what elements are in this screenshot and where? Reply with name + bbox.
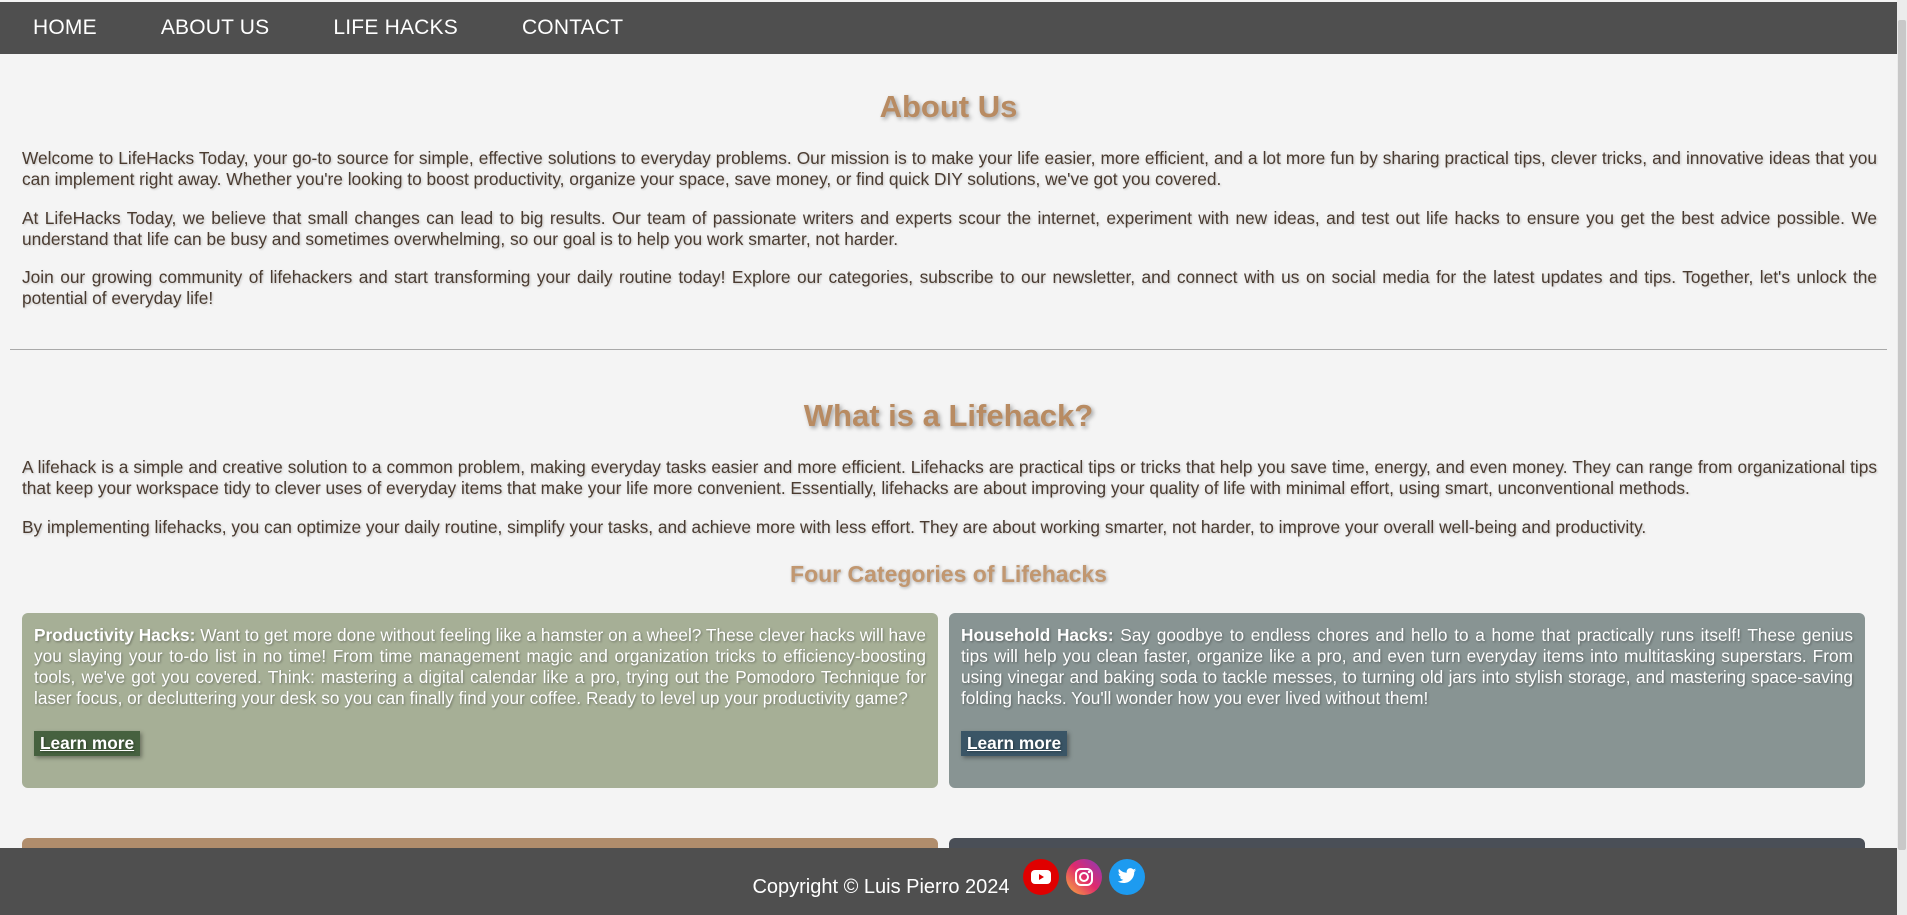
productivity-card-heading: Productivity Hacks:	[34, 625, 196, 645]
lifehack-title: What is a Lifehack?	[803, 398, 1094, 433]
productivity-learn-more-button[interactable]: Learn more	[34, 731, 141, 756]
twitter-icon[interactable]	[1108, 858, 1145, 895]
scrollbar[interactable]	[1897, 0, 1907, 915]
nav-about-us[interactable]: ABOUT US	[161, 16, 270, 40]
household-card-heading: Household Hacks:	[961, 625, 1114, 645]
household-card-body: Household Hacks: Say goodbye to endless …	[961, 625, 1853, 709]
productivity-card-body: Productivity Hacks: Want to get more don…	[34, 625, 926, 709]
lifehack-paragraph-2: By implementing lifehacks, you can optim…	[22, 517, 1647, 537]
nav-home[interactable]: HOME	[33, 16, 97, 40]
top-nav: HOME ABOUT US LIFE HACKS CONTACT	[0, 2, 1897, 54]
instagram-icon[interactable]	[1065, 858, 1102, 895]
categories-title: Four Categories of Lifehacks	[790, 561, 1107, 587]
household-card: Household Hacks: Say goodbye to endless …	[949, 613, 1865, 788]
copyright-text: Copyright © Luis Pierro 2024	[752, 876, 1010, 898]
about-title: About Us	[879, 89, 1018, 124]
about-paragraph-1: Welcome to LifeHacks Today, your go-to s…	[22, 148, 1877, 189]
lifehack-paragraph-1: A lifehack is a simple and creative solu…	[22, 457, 1877, 498]
nav-life-hacks[interactable]: LIFE HACKS	[333, 16, 458, 40]
scrollbar-thumb[interactable]	[1898, 20, 1906, 850]
about-paragraph-2: At LifeHacks Today, we believe that smal…	[22, 208, 1877, 249]
nav-contact[interactable]: CONTACT	[522, 16, 623, 40]
section-divider	[10, 349, 1887, 350]
household-learn-more-button[interactable]: Learn more	[961, 731, 1068, 756]
productivity-card: Productivity Hacks: Want to get more don…	[22, 613, 938, 788]
youtube-icon[interactable]	[1022, 858, 1059, 895]
about-paragraph-3: Join our growing community of lifehacker…	[22, 267, 1877, 308]
footer: Copyright © Luis Pierro 2024	[0, 848, 1897, 915]
